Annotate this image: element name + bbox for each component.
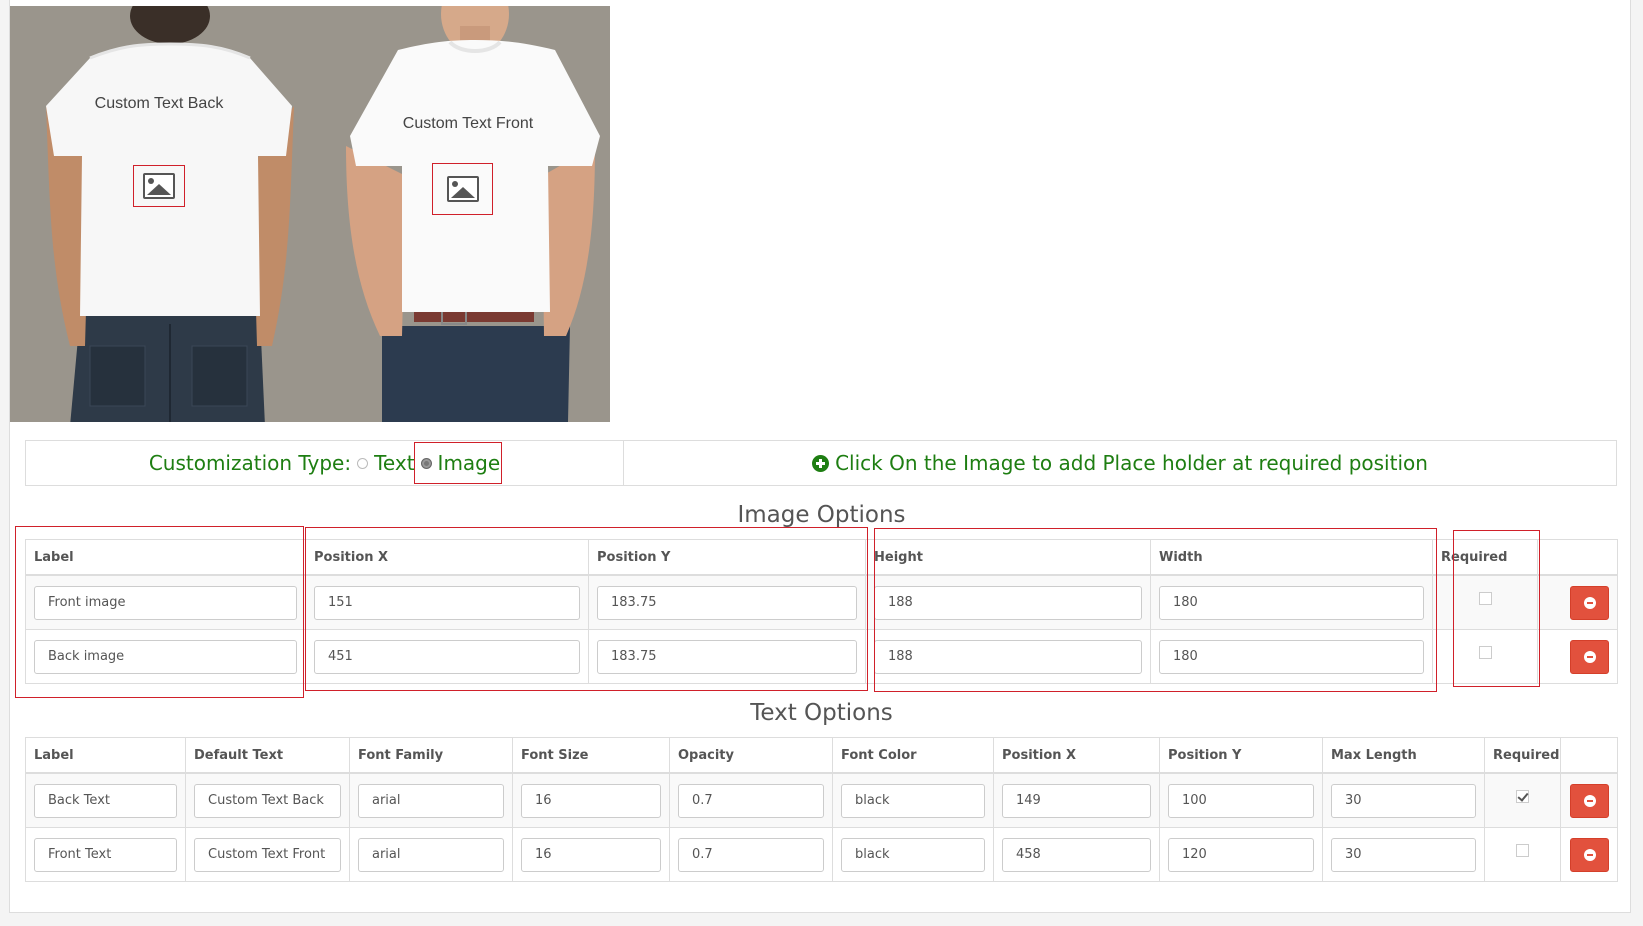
back-model [46, 6, 294, 422]
column-header: Font Size [512, 737, 670, 774]
image-icon [446, 176, 479, 202]
customization-type-bar: Customization Type: Text Image Click On … [25, 440, 1617, 486]
minus-circle-icon [1584, 848, 1596, 861]
table-row [25, 629, 1618, 684]
minus-circle-icon [1584, 596, 1596, 609]
max-length-input[interactable] [1331, 783, 1476, 818]
column-header: Font Color [832, 737, 994, 774]
radio-image-label[interactable]: Image [438, 451, 501, 475]
column-header: Position Y [1159, 737, 1323, 774]
text-options-table: Label Default Text Font Family Font Size… [25, 737, 1618, 882]
font-color-input[interactable] [841, 783, 985, 818]
opacity-input[interactable] [678, 837, 824, 872]
column-header: Label [25, 737, 186, 774]
table-row [25, 827, 1618, 882]
remove-row-button[interactable] [1570, 639, 1609, 674]
column-header: Position X [993, 737, 1160, 774]
column-header: Required [1484, 737, 1561, 774]
radio-text-label[interactable]: Text [374, 451, 414, 475]
width-input[interactable] [1159, 639, 1424, 674]
image-icon [143, 173, 175, 199]
max-length-input[interactable] [1331, 837, 1476, 872]
label-input[interactable] [34, 837, 177, 872]
column-header: Position X [305, 539, 589, 576]
image-options-title: Image Options [737, 502, 906, 528]
table-row [25, 574, 1618, 630]
required-checkbox[interactable] [1516, 790, 1529, 803]
font-size-input[interactable] [521, 783, 661, 818]
customization-type-label: Customization Type: [148, 451, 352, 475]
product-preview-image[interactable]: Custom Text Back Custom Text Front [10, 6, 610, 422]
column-header: Default Text [185, 737, 350, 774]
column-header: Position Y [588, 539, 866, 576]
text-options-title: Text Options [750, 700, 893, 726]
remove-row-button[interactable] [1570, 837, 1609, 872]
position-y-input[interactable] [1168, 783, 1314, 818]
font-family-input[interactable] [358, 783, 504, 818]
label-input[interactable] [34, 639, 297, 674]
column-header: Width [1150, 539, 1433, 576]
position-y-input[interactable] [597, 585, 857, 620]
position-x-input[interactable] [1002, 837, 1151, 872]
position-y-input[interactable] [597, 639, 857, 674]
position-x-input[interactable] [314, 585, 580, 620]
label-input[interactable] [34, 783, 177, 818]
column-header [1560, 737, 1618, 774]
font-size-input[interactable] [521, 837, 661, 872]
column-header: Label [25, 539, 306, 576]
height-input[interactable] [874, 639, 1142, 674]
label-input[interactable] [34, 585, 297, 620]
placeholder-hint-text: Click On the Image to add Place holder a… [835, 451, 1428, 475]
column-header [1537, 539, 1618, 576]
radio-text[interactable] [357, 457, 369, 469]
back-text-placeholder[interactable]: Custom Text Back [95, 95, 224, 113]
required-checkbox[interactable] [1478, 592, 1492, 605]
radio-image[interactable] [420, 457, 432, 469]
position-x-input[interactable] [1002, 783, 1151, 818]
front-image-placeholder[interactable] [432, 163, 493, 215]
required-checkbox[interactable] [1478, 646, 1492, 659]
column-header: Height [865, 539, 1151, 576]
placeholder-hint: Click On the Image to add Place holder a… [624, 441, 1616, 485]
remove-row-button[interactable] [1570, 585, 1609, 620]
required-checkbox[interactable] [1516, 844, 1529, 857]
opacity-input[interactable] [678, 783, 824, 818]
plus-circle-icon [812, 454, 830, 472]
font-family-input[interactable] [358, 837, 504, 872]
tshirt-models-illustration [46, 6, 600, 422]
customization-type-selector: Customization Type: Text Image [26, 441, 624, 485]
table-row [25, 772, 1618, 828]
column-header: Required [1432, 539, 1538, 576]
minus-circle-icon [1584, 650, 1596, 663]
font-color-input[interactable] [841, 837, 985, 872]
height-input[interactable] [874, 585, 1142, 620]
remove-row-button[interactable] [1570, 783, 1609, 818]
image-options-table: Label Position X Position Y Height Width… [25, 539, 1618, 684]
minus-circle-icon [1584, 794, 1596, 807]
column-header: Opacity [669, 737, 833, 774]
default-text-input[interactable] [194, 837, 341, 872]
default-text-input[interactable] [194, 783, 341, 818]
front-text-placeholder[interactable]: Custom Text Front [403, 115, 533, 133]
column-header: Font Family [349, 737, 513, 774]
back-image-placeholder[interactable] [133, 165, 185, 207]
column-header: Max Length [1322, 737, 1485, 774]
width-input[interactable] [1159, 585, 1424, 620]
position-y-input[interactable] [1168, 837, 1314, 872]
position-x-input[interactable] [314, 639, 580, 674]
